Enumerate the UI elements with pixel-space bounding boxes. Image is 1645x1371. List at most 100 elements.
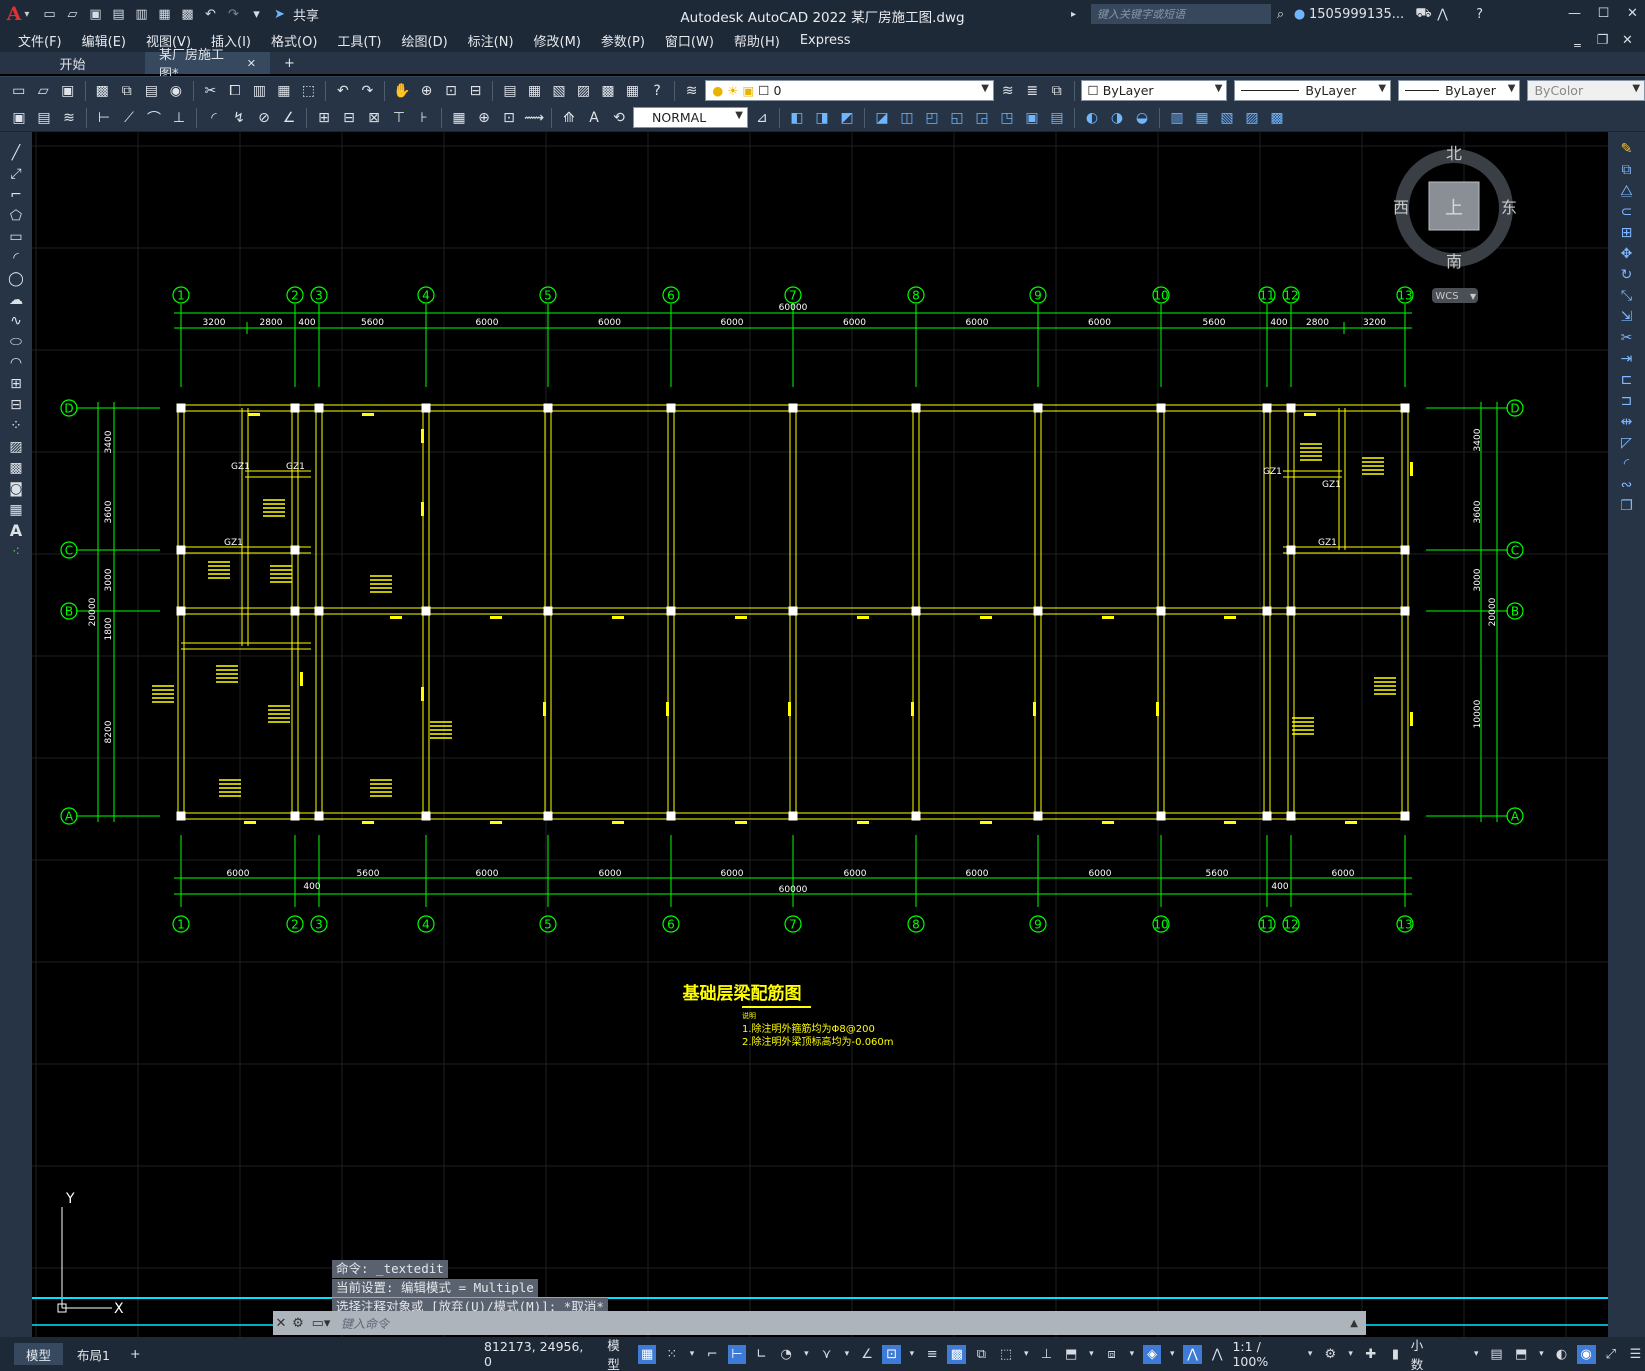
calculator-icon[interactable]: ▦ bbox=[622, 80, 644, 102]
check-icon[interactable]: ▨ bbox=[1241, 107, 1263, 129]
drawing-svg[interactable]: 60000 3200 2800 400 5600 6000 6000 6000 6000 6000… bbox=[32, 132, 1608, 1337]
preview-icon[interactable]: ⧉ bbox=[116, 80, 138, 102]
plot-icon[interactable]: ▩ bbox=[178, 5, 197, 24]
model-space-toggle[interactable]: 模型 bbox=[607, 1335, 632, 1371]
insert-block-icon[interactable]: ⊞ bbox=[0, 373, 32, 394]
construction-line-icon[interactable]: ⤢ bbox=[0, 163, 32, 184]
publish-icon[interactable]: ▤ bbox=[141, 80, 163, 102]
layer-iso-icon[interactable]: ⧉ bbox=[1046, 80, 1068, 102]
separate-icon[interactable]: ◒ bbox=[1131, 107, 1153, 129]
search-expand-icon[interactable]: ▸ bbox=[1064, 5, 1083, 24]
menu-dimension[interactable]: 标注(N) bbox=[458, 28, 524, 52]
drawing-canvas[interactable]: 60000 3200 2800 400 5600 6000 6000 6000 6000 6000… bbox=[32, 132, 1608, 1337]
diameter-dim-icon[interactable]: ⊘ bbox=[253, 107, 275, 129]
circle-icon[interactable]: ◯ bbox=[0, 268, 32, 289]
doc-close-icon[interactable]: ✕ bbox=[1618, 31, 1637, 50]
qnew-icon[interactable]: ▭ bbox=[8, 80, 30, 102]
redo-tool-icon[interactable]: ↷ bbox=[357, 80, 379, 102]
layer-properties-icon[interactable]: ≋ bbox=[681, 80, 703, 102]
help-tool-icon[interactable]: ? bbox=[646, 80, 668, 102]
jogged-dim-icon[interactable]: ↯ bbox=[228, 107, 250, 129]
command-scroll-up-icon[interactable]: ▲ bbox=[1350, 1318, 1358, 1329]
dim-break-icon[interactable]: ⊦ bbox=[413, 107, 435, 129]
selection-filter-icon[interactable]: ⬒ bbox=[1062, 1345, 1081, 1364]
explode-icon[interactable]: ❐ bbox=[1608, 495, 1645, 516]
minimize-icon[interactable]: — bbox=[1565, 4, 1584, 23]
intersect-icon[interactable]: ◩ bbox=[836, 107, 858, 129]
customization-menu-icon[interactable]: ☰ bbox=[1626, 1345, 1645, 1364]
arc-length-icon[interactable]: ⌒ bbox=[143, 107, 165, 129]
share-icon[interactable]: ➤ bbox=[270, 5, 289, 24]
annotation-scale-value[interactable]: 1:1 / 100% bbox=[1232, 1339, 1299, 1369]
menu-tools[interactable]: 工具(T) bbox=[327, 28, 391, 52]
extrude-faces-icon[interactable]: ◪ bbox=[871, 107, 893, 129]
line-icon[interactable]: ╱ bbox=[0, 142, 32, 163]
layer-previous-icon[interactable]: ≣ bbox=[1022, 80, 1044, 102]
viewcube[interactable]: 上 北 南 东 西 WCS ▼ bbox=[1393, 144, 1517, 303]
zoom-previous-icon[interactable]: ⊟ bbox=[465, 80, 487, 102]
polygon-icon[interactable]: ⬠ bbox=[0, 205, 32, 226]
color-edges-icon[interactable]: ▧ bbox=[1216, 107, 1238, 129]
mirror-icon[interactable]: ⧋ bbox=[1608, 180, 1645, 201]
dynamic-ucs-icon[interactable]: ⊥ bbox=[1037, 1345, 1056, 1364]
copy-icon[interactable]: ⧠ bbox=[224, 80, 246, 102]
chevron-down-icon[interactable]: ▾ bbox=[907, 1345, 917, 1364]
blend-curves-icon[interactable]: ∾ bbox=[1608, 474, 1645, 495]
gradient-icon[interactable]: ▩ bbox=[0, 457, 32, 478]
close-icon[interactable]: ✕ bbox=[1623, 4, 1642, 23]
compass-west[interactable]: 西 bbox=[1393, 198, 1409, 217]
delete-faces-icon[interactable]: ◱ bbox=[946, 107, 968, 129]
extend-icon[interactable]: ⇥ bbox=[1608, 348, 1645, 369]
taper-faces-icon[interactable]: ◳ bbox=[996, 107, 1018, 129]
cart-icon[interactable]: ⛟ bbox=[1414, 5, 1433, 24]
menu-window[interactable]: 窗口(W) bbox=[655, 28, 724, 52]
undo-tool-icon[interactable]: ↶ bbox=[332, 80, 354, 102]
union-icon[interactable]: ◧ bbox=[786, 107, 808, 129]
lock-ui-icon[interactable]: ⬒ bbox=[1512, 1345, 1531, 1364]
menu-edit[interactable]: 编辑(E) bbox=[72, 28, 136, 52]
command-line[interactable]: ✕ ⚙ ▭▾ 键入命令 ▲ bbox=[273, 1311, 1366, 1335]
ellipse-arc-icon[interactable]: ◠ bbox=[0, 352, 32, 373]
chevron-down-icon[interactable]: ▾ bbox=[801, 1345, 811, 1364]
chevron-down-icon[interactable]: ▾ bbox=[1346, 1345, 1356, 1364]
web-open-icon[interactable]: ▥ bbox=[132, 5, 151, 24]
dim-text-edit-icon[interactable]: A bbox=[583, 107, 605, 129]
units-icon[interactable]: ▮ bbox=[1386, 1345, 1405, 1364]
new-icon[interactable]: ▭ bbox=[40, 5, 59, 24]
design-center-icon[interactable]: ▦ bbox=[524, 80, 546, 102]
open-file-icon[interactable]: ▱ bbox=[33, 80, 55, 102]
selection-cycling-icon[interactable]: ⧉ bbox=[972, 1345, 991, 1364]
lineweight-icon[interactable]: ≡ bbox=[923, 1345, 942, 1364]
doc-minimize-icon[interactable]: ‗ bbox=[1568, 31, 1587, 50]
layer-dropdown[interactable]: ● ☀ ▣ ☐ 0 ▼ bbox=[705, 80, 994, 101]
move-icon[interactable]: ✥ bbox=[1608, 243, 1645, 264]
sheet-set-icon[interactable]: ▨ bbox=[573, 80, 595, 102]
save-file-icon[interactable]: ▣ bbox=[57, 80, 79, 102]
chevron-down-icon[interactable]: ▾ bbox=[687, 1345, 697, 1364]
dim-edit-icon[interactable]: ⟰ bbox=[558, 107, 580, 129]
color-dropdown[interactable]: ☐ ByLayer ▼ bbox=[1080, 80, 1228, 101]
array-icon[interactable]: ⊞ bbox=[1608, 222, 1645, 243]
aligned-dim-icon[interactable]: ⟋ bbox=[118, 107, 140, 129]
snap-icon[interactable]: ⁙ bbox=[662, 1345, 681, 1364]
continue-dim-icon[interactable]: ⊠ bbox=[363, 107, 385, 129]
multiline-text-icon[interactable]: A bbox=[0, 520, 32, 541]
center-mark-icon[interactable]: ⊕ bbox=[473, 107, 495, 129]
menu-file[interactable]: 文件(F) bbox=[8, 28, 72, 52]
layer-match-icon[interactable]: ▤ bbox=[33, 107, 55, 129]
tool-palettes-icon[interactable]: ▧ bbox=[548, 80, 570, 102]
revision-cloud-icon[interactable]: ☁ bbox=[0, 289, 32, 310]
chevron-down-icon[interactable]: ▾ bbox=[1167, 1345, 1177, 1364]
isolate-objects-icon[interactable]: ◐ bbox=[1552, 1345, 1571, 1364]
break-at-point-icon[interactable]: ⊏ bbox=[1608, 369, 1645, 390]
make-block-icon[interactable]: ⊟ bbox=[0, 394, 32, 415]
quick-properties-icon[interactable]: ▤ bbox=[1487, 1345, 1506, 1364]
rectangle-icon[interactable]: ▭ bbox=[0, 226, 32, 247]
ordinate-dim-icon[interactable]: ⊥ bbox=[168, 107, 190, 129]
subtract-icon[interactable]: ◨ bbox=[811, 107, 833, 129]
hatch-icon[interactable]: ▨ bbox=[0, 436, 32, 457]
zoom-window-icon[interactable]: ⊡ bbox=[440, 80, 462, 102]
chevron-down-icon[interactable]: ▾ bbox=[842, 1345, 852, 1364]
clean-screen-icon[interactable]: ⤢ bbox=[1602, 1345, 1621, 1364]
tab-start[interactable]: 开始 bbox=[0, 52, 145, 74]
